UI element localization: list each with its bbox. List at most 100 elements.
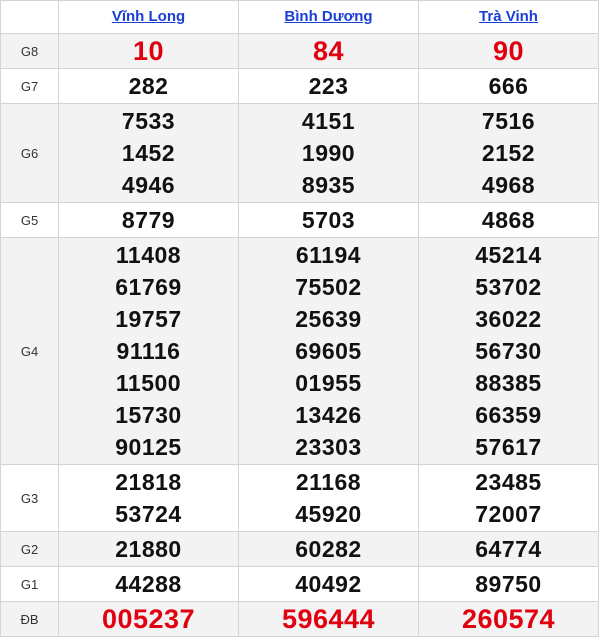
prize-cell: 7516 2152 4968 bbox=[418, 103, 599, 203]
prize-cell: 64774 bbox=[418, 531, 599, 567]
prize-number: 69605 bbox=[295, 338, 362, 364]
prize-row: ĐB 005237 596444 260574 bbox=[0, 601, 599, 637]
prize-number: 4868 bbox=[481, 207, 536, 233]
prize-label: G6 bbox=[0, 103, 59, 203]
prize-number-list: 7516 2152 4968 bbox=[419, 104, 598, 202]
prize-number: 282 bbox=[128, 73, 169, 99]
prize-number: 15730 bbox=[115, 402, 182, 428]
prize-number-list: 89750 bbox=[419, 567, 598, 601]
prize-number: 64774 bbox=[475, 536, 542, 562]
prize-number: 90 bbox=[492, 36, 525, 66]
prize-row: G3 21818 53724 21168 45920 23485 72007 bbox=[0, 464, 599, 532]
header-row: Vĩnh Long Bình Dương Trà Vinh bbox=[0, 0, 599, 34]
prize-number-list: 223 bbox=[239, 69, 418, 103]
province-header: Trà Vinh bbox=[418, 0, 599, 34]
prize-cell: 260574 bbox=[418, 601, 599, 637]
prize-number-list: 60282 bbox=[239, 532, 418, 566]
prize-number: 2152 bbox=[481, 140, 536, 166]
prize-label: G4 bbox=[0, 237, 59, 465]
prize-cell: 4868 bbox=[418, 202, 599, 238]
province-header: Vĩnh Long bbox=[58, 0, 239, 34]
prize-number-list: 260574 bbox=[419, 602, 598, 636]
prize-number: 666 bbox=[488, 73, 529, 99]
prize-number: 89750 bbox=[475, 571, 542, 597]
prize-number: 61194 bbox=[295, 242, 362, 268]
prize-number: 56730 bbox=[475, 338, 542, 364]
prize-number-list: 10 bbox=[59, 34, 238, 68]
prize-label: ĐB bbox=[0, 601, 59, 637]
prize-number: 36022 bbox=[475, 306, 542, 332]
prize-number: 223 bbox=[308, 73, 349, 99]
prize-cell: 89750 bbox=[418, 566, 599, 602]
prize-cell: 11408 61769 19757 91116 11500 15730 90125 bbox=[58, 237, 239, 465]
prize-row: G1 44288 40492 89750 bbox=[0, 566, 599, 602]
prize-number-list: 64774 bbox=[419, 532, 598, 566]
prize-number-list: 596444 bbox=[239, 602, 418, 636]
prize-cell: 4151 1990 8935 bbox=[238, 103, 419, 203]
prize-cell: 21818 53724 bbox=[58, 464, 239, 532]
prize-number: 21880 bbox=[115, 536, 182, 562]
prize-number: 1452 bbox=[121, 140, 176, 166]
prize-number: 53702 bbox=[475, 274, 542, 300]
prize-number: 11500 bbox=[115, 370, 182, 396]
prize-number-list: 5703 bbox=[239, 203, 418, 237]
prize-cell: 10 bbox=[58, 33, 239, 69]
prize-number: 11408 bbox=[115, 242, 182, 268]
header-corner bbox=[0, 0, 59, 34]
prize-number-list: 7533 1452 4946 bbox=[59, 104, 238, 202]
prize-label: G3 bbox=[0, 464, 59, 532]
prize-number: 8779 bbox=[121, 207, 176, 233]
prize-number-list: 45214 53702 36022 56730 88385 66359 57617 bbox=[419, 238, 598, 464]
prize-number: 84 bbox=[312, 36, 345, 66]
province-link-tra-vinh[interactable]: Trà Vinh bbox=[479, 8, 538, 25]
prize-label: G2 bbox=[0, 531, 59, 567]
prize-number-list: 61194 75502 25639 69605 01955 13426 23303 bbox=[239, 238, 418, 464]
prize-number: 260574 bbox=[461, 604, 556, 634]
prize-number: 4968 bbox=[481, 172, 536, 198]
prize-number: 21168 bbox=[295, 469, 362, 495]
prize-number-list: 005237 bbox=[59, 602, 238, 636]
prize-cell: 84 bbox=[238, 33, 419, 69]
prize-number: 61769 bbox=[115, 274, 182, 300]
prize-row: G8 10 84 90 bbox=[0, 33, 599, 69]
prize-number: 53724 bbox=[115, 501, 182, 527]
lottery-results-table: Vĩnh Long Bình Dương Trà Vinh G8 10 84 90 G7… bbox=[0, 0, 599, 637]
prize-number: 72007 bbox=[475, 501, 542, 527]
prize-label: G7 bbox=[0, 68, 59, 104]
prize-number-list: 21880 bbox=[59, 532, 238, 566]
prize-number: 90125 bbox=[115, 434, 182, 460]
prize-number-list: 8779 bbox=[59, 203, 238, 237]
prize-number: 25639 bbox=[295, 306, 362, 332]
prize-number-list: 21168 45920 bbox=[239, 465, 418, 531]
prize-label: G1 bbox=[0, 566, 59, 602]
prize-number: 66359 bbox=[475, 402, 542, 428]
prize-number: 45920 bbox=[295, 501, 362, 527]
province-header: Bình Dương bbox=[238, 0, 419, 34]
prize-number: 23485 bbox=[475, 469, 542, 495]
prize-number: 75502 bbox=[295, 274, 362, 300]
prize-cell: 40492 bbox=[238, 566, 419, 602]
prize-row: G4 11408 61769 19757 91116 11500 15730 90125 611… bbox=[0, 237, 599, 465]
province-link-binh-duong[interactable]: Bình Dương bbox=[284, 8, 372, 25]
prize-number: 5703 bbox=[301, 207, 356, 233]
prize-row: G7 282 223 666 bbox=[0, 68, 599, 104]
prize-number-list: 11408 61769 19757 91116 11500 15730 90125 bbox=[59, 238, 238, 464]
prize-row: G2 21880 60282 64774 bbox=[0, 531, 599, 567]
prize-number: 596444 bbox=[281, 604, 376, 634]
prize-number: 19757 bbox=[115, 306, 182, 332]
prize-row: G5 8779 5703 4868 bbox=[0, 202, 599, 238]
prize-number-list: 4151 1990 8935 bbox=[239, 104, 418, 202]
prize-number: 7516 bbox=[481, 108, 536, 134]
prize-number-list: 666 bbox=[419, 69, 598, 103]
prize-cell: 90 bbox=[418, 33, 599, 69]
prize-number: 10 bbox=[132, 36, 165, 66]
prize-cell: 005237 bbox=[58, 601, 239, 637]
prize-number-list: 84 bbox=[239, 34, 418, 68]
prize-cell: 282 bbox=[58, 68, 239, 104]
prize-label: G8 bbox=[0, 33, 59, 69]
prize-number-list: 282 bbox=[59, 69, 238, 103]
province-link-vinh-long[interactable]: Vĩnh Long bbox=[112, 8, 185, 25]
prize-cell: 596444 bbox=[238, 601, 419, 637]
prize-cell: 21880 bbox=[58, 531, 239, 567]
prize-number: 4151 bbox=[301, 108, 356, 134]
